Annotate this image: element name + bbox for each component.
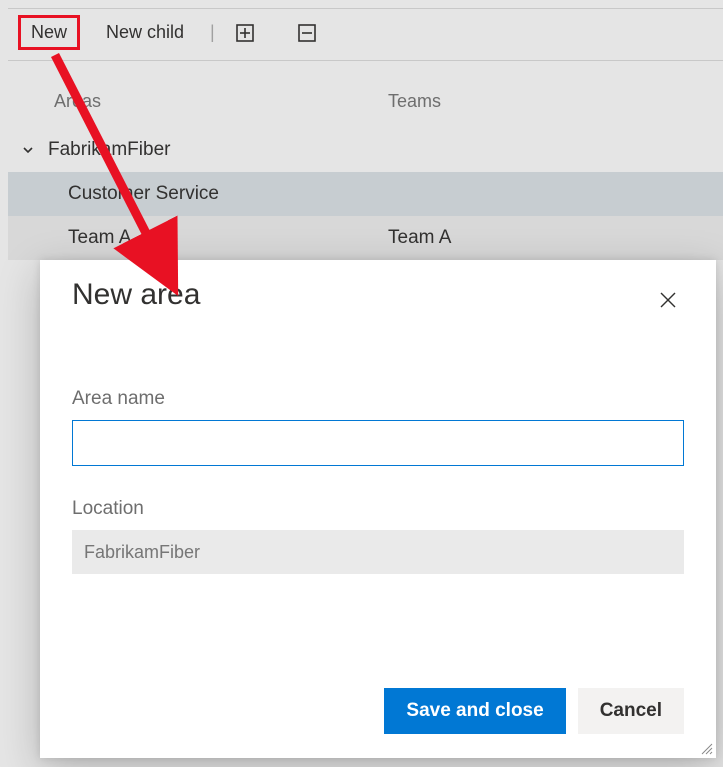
new-child-button[interactable]: New child (98, 18, 192, 47)
area-name-label: Area name (72, 388, 684, 410)
areas-tree: FabrikamFiber Customer Service Team A Te… (8, 128, 723, 260)
area-name-input[interactable] (72, 420, 684, 466)
save-and-close-button[interactable]: Save and close (384, 688, 565, 734)
expand-icon[interactable] (233, 21, 257, 45)
tree-root-label: FabrikamFiber (48, 139, 170, 161)
tree-row-area-label: Team A (68, 227, 131, 249)
teams-column-header: Teams (388, 91, 723, 112)
tree-root-row[interactable]: FabrikamFiber (8, 128, 723, 172)
location-label: Location (72, 498, 684, 520)
cancel-button[interactable]: Cancel (578, 688, 684, 734)
resize-grip-icon[interactable] (699, 741, 713, 755)
areas-column-header: Areas (8, 91, 388, 112)
toolbar: New New child | (8, 8, 723, 61)
dialog-title: New area (72, 278, 200, 312)
location-input (72, 530, 684, 574)
chevron-down-icon[interactable] (22, 144, 40, 156)
tree-row[interactable]: Team A Team A (8, 216, 723, 260)
close-icon[interactable] (652, 284, 684, 316)
tree-row-team-label: Team A (388, 227, 723, 249)
tree-row-area-label: Customer Service (68, 183, 219, 205)
toolbar-divider: | (210, 22, 215, 43)
new-area-dialog: New area Area name Location Save and clo… (40, 260, 716, 758)
column-headers: Areas Teams (8, 61, 723, 128)
new-button[interactable]: New (18, 15, 80, 50)
collapse-icon[interactable] (295, 21, 319, 45)
tree-row[interactable]: Customer Service (8, 172, 723, 216)
